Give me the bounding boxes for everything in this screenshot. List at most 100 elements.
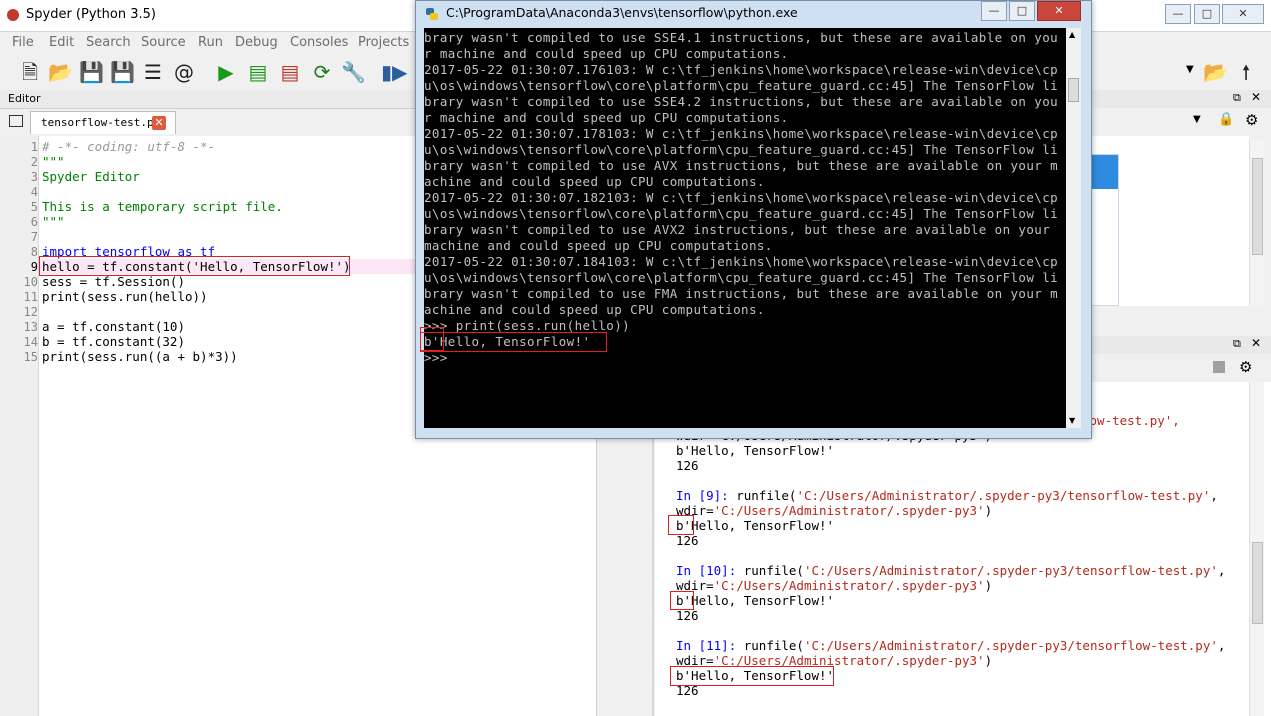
path-dropdown-chevron-icon[interactable]: ▼: [1186, 64, 1194, 75]
line-number: 13: [23, 320, 38, 334]
scrollbar-thumb[interactable]: [1252, 158, 1263, 255]
at-icon[interactable]: @: [172, 60, 196, 84]
console-input-line: In [9]: runfile('C:/Users/Administrator/…: [676, 488, 1218, 503]
terminal-line: >>> print(sess.run(hello)): [424, 318, 631, 333]
python-logo-icon: [425, 6, 439, 20]
open-file-icon[interactable]: 📂: [48, 60, 73, 84]
line-number: 9: [30, 260, 38, 274]
save-icon[interactable]: 💾: [79, 60, 104, 84]
maximize-button[interactable]: □: [1194, 4, 1220, 24]
source-dropdown-chevron-icon[interactable]: ▼: [1193, 114, 1201, 125]
python-minimize-button[interactable]: —: [981, 1, 1007, 21]
spyder-logo-icon: [7, 9, 19, 21]
code-line: Spyder Editor: [42, 169, 140, 184]
help-scrollbar[interactable]: [1249, 140, 1264, 305]
python-terminal[interactable]: brary wasn't compiled to use SSE4.1 inst…: [424, 28, 1066, 428]
terminal-line: brary wasn't compiled to use AVX instruc…: [424, 158, 1059, 173]
new-file-icon[interactable]: 🗎: [18, 60, 42, 84]
code-line: b = tf.constant(32): [42, 334, 185, 349]
python-maximize-button[interactable]: □: [1009, 1, 1035, 21]
wdir-end: ): [984, 578, 993, 593]
scroll-up-icon[interactable]: ▲: [1069, 30, 1075, 39]
stop-icon[interactable]: [1213, 361, 1225, 373]
up-arrow-icon[interactable]: 🠕: [1234, 60, 1258, 84]
undock-icon[interactable]: ⧉: [1233, 91, 1241, 105]
run-cell-advance-icon[interactable]: ▤: [278, 60, 302, 84]
save-all-icon[interactable]: 💾: [110, 60, 135, 84]
browse-tabs-icon[interactable]: [9, 115, 23, 127]
line-number: 6: [30, 215, 38, 229]
terminal-line: brary wasn't compiled to use AVX2 instru…: [424, 222, 1051, 237]
menu-debug[interactable]: Debug: [235, 35, 278, 50]
close-pane-icon[interactable]: ✕: [1251, 90, 1261, 104]
gear-icon[interactable]: ⚙: [1245, 111, 1258, 129]
in-prompt-close: ]:: [713, 488, 737, 503]
console-wdir-line: wdir='C:/Users/Administrator/.spyder-py3…: [676, 578, 992, 593]
terminal-line: brary wasn't compiled to use SSE4.2 inst…: [424, 94, 1059, 109]
wdir-value: 'C:/Users/Administrator/.spyder-py3': [713, 578, 985, 593]
scrollbar-thumb[interactable]: [1068, 78, 1079, 102]
console-input-line: In [10]: runfile('C:/Users/Administrator…: [676, 563, 1225, 578]
tab-label: tensorflow-test.py: [41, 116, 161, 129]
config-icon[interactable]: 🔧: [341, 60, 366, 84]
terminal-line: u\os\windows\tensorflow\core\platform\cp…: [424, 270, 1059, 285]
menu-file[interactable]: File: [12, 35, 34, 50]
terminal-line: 2017-05-22 01:30:07.182103: W c:\tf_jenk…: [424, 190, 1059, 205]
undock-icon[interactable]: ⧉: [1233, 337, 1241, 351]
terminal-line: 2017-05-22 01:30:07.184103: W c:\tf_jenk…: [424, 254, 1059, 269]
debug-icon[interactable]: ▮▶: [381, 60, 407, 84]
menu-source[interactable]: Source: [141, 35, 186, 50]
console-output: b'Hello, TensorFlow!': [676, 518, 835, 533]
scroll-down-icon[interactable]: ▼: [1069, 416, 1075, 425]
menu-edit[interactable]: Edit: [49, 35, 74, 50]
close-button[interactable]: ✕: [1222, 4, 1264, 24]
menu-search[interactable]: Search: [86, 35, 131, 50]
scrollbar-thumb[interactable]: [1252, 542, 1263, 624]
minimize-button[interactable]: —: [1165, 4, 1191, 24]
line-number: 3: [30, 170, 38, 184]
console-result: 126: [676, 533, 699, 548]
rerun-icon[interactable]: ⟳: [310, 60, 334, 84]
runfile-call: runfile(: [743, 638, 804, 653]
line-number: 14: [23, 335, 38, 349]
console-scrollbar[interactable]: [1249, 382, 1264, 716]
gear-icon[interactable]: ⚙: [1239, 358, 1252, 376]
terminal-line: 2017-05-22 01:30:07.176103: W c:\tf_jenk…: [424, 62, 1059, 77]
code-line: sess = tf.Session(): [42, 274, 185, 289]
close-pane-icon[interactable]: ✕: [1251, 336, 1261, 350]
code-line: # -*- coding: utf-8 -*-: [42, 139, 216, 154]
menu-projects[interactable]: Projects: [358, 35, 409, 50]
line-number: 1: [30, 140, 38, 154]
python-close-button[interactable]: ✕: [1037, 1, 1081, 21]
terminal-line: achine and could speed up CPU computatio…: [424, 302, 765, 317]
lock-icon[interactable]: 🔒: [1218, 112, 1234, 127]
menu-consoles[interactable]: Consoles: [290, 35, 348, 50]
run-icon[interactable]: ▶: [214, 60, 238, 84]
console-line: low-test.py',: [1082, 413, 1180, 428]
list-icon[interactable]: ☰: [141, 60, 165, 84]
in-prompt-number: 10: [706, 563, 722, 578]
close-tab-icon[interactable]: ✕: [152, 116, 166, 130]
run-cell-icon[interactable]: ▤: [246, 60, 270, 84]
wdir-value: 'C:/Users/Administrator/.spyder-py3': [713, 503, 985, 518]
line-number: 15: [23, 350, 38, 364]
code-line: """: [42, 154, 65, 169]
terminal-scrollbar[interactable]: ▲ ▼: [1066, 28, 1081, 428]
menu-run[interactable]: Run: [198, 35, 223, 50]
open-folder-icon[interactable]: 📂: [1203, 60, 1228, 84]
wdir-end: ): [984, 503, 993, 518]
terminal-line: r machine and could speed up CPU computa…: [424, 46, 789, 61]
code-line: """: [42, 214, 65, 229]
editor-highlight-box: [39, 256, 350, 276]
tab-tensorflow-test[interactable]: tensorflow-test.py ✕: [30, 111, 176, 134]
python-window-title: C:\ProgramData\Anaconda3\envs\tensorflow…: [446, 5, 798, 20]
runfile-sep: ,: [1217, 638, 1226, 653]
line-number: 2: [30, 155, 38, 169]
window-title: Spyder (Python 3.5): [26, 7, 156, 22]
terminal-line: u\os\windows\tensorflow\core\platform\cp…: [424, 206, 1059, 221]
terminal-line: u\os\windows\tensorflow\core\platform\cp…: [424, 142, 1059, 157]
line-number: 12: [23, 305, 38, 319]
console-output: b'Hello, TensorFlow!': [676, 593, 835, 608]
editor-pane-label: Editor: [8, 92, 41, 105]
terminal-line: 2017-05-22 01:30:07.178103: W c:\tf_jenk…: [424, 126, 1059, 141]
